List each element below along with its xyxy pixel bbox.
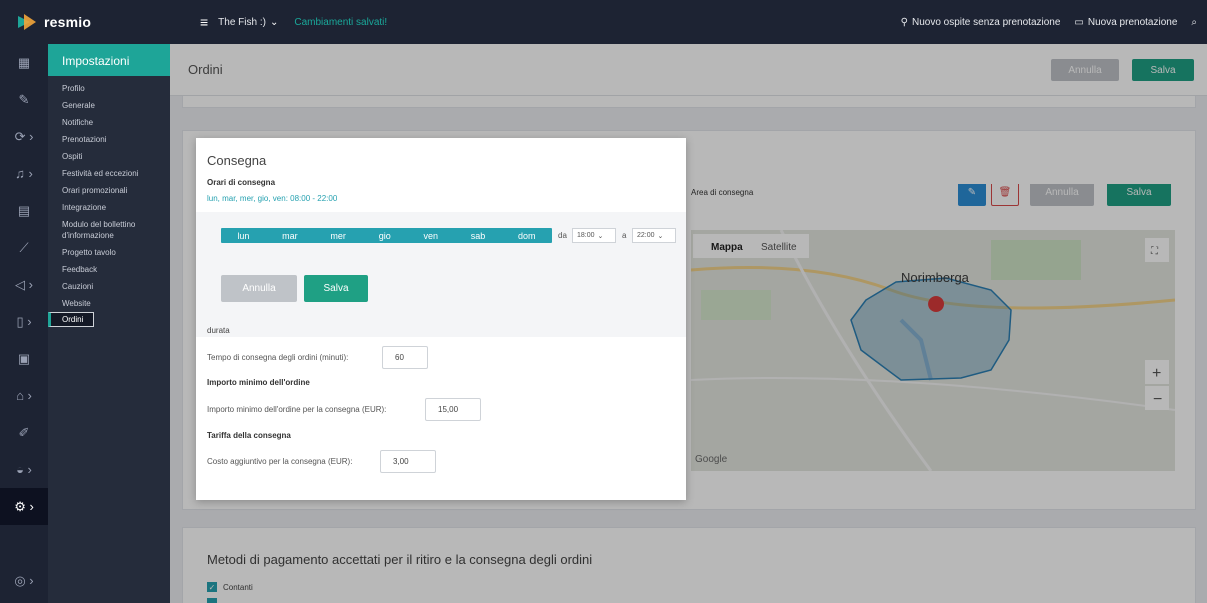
day-ven[interactable]: ven [423,231,438,241]
day-mer[interactable]: mer [330,231,346,241]
hours-label: Orari di consegna [207,178,276,187]
submenu-item-ordini[interactable]: Ordini [48,312,95,327]
chevron-down-icon: ⌄ [597,232,604,240]
settings-submenu: Impostazioni Profilo Generale Notifiche … [48,44,170,603]
submenu-item-generale[interactable]: Generale [48,97,170,114]
edit-nav-icon[interactable]: ✐ [0,414,48,451]
table-nav-icon[interactable]: ▣ [0,340,48,377]
marketing-nav-icon[interactable]: ◁ › [0,266,48,303]
chat-nav-icon[interactable]: ◒ › [0,451,48,488]
hours-save-button[interactable]: Salva [304,275,368,302]
fee-input[interactable]: 3,00 [380,450,436,473]
stats-nav-icon[interactable]: ⟳ › [0,118,48,155]
day-gio[interactable]: gio [379,231,391,241]
day-lun[interactable]: lun [237,231,249,241]
submenu-item-integrazione[interactable]: Integrazione [48,199,170,216]
chevron-down-icon[interactable]: ⌄ [270,17,278,28]
menu-icon[interactable]: ≡ [200,14,208,30]
brand-name: resmio [44,14,92,30]
duration-field-label: Tempo di consegna degli ordini (minuti): [207,353,349,362]
walk-in-icon: ⚲ [900,16,908,28]
new-reservation-button[interactable]: ▭ Nuova prenotazione [1074,17,1177,28]
chart-nav-icon[interactable]: ⟋ [0,229,48,266]
main-content: Ordini Annulla Salva Area di consegna ✎ … [170,44,1207,603]
top-bar: resmio ≡ The Fish :) ⌄ Cambiamenti salva… [0,0,1207,44]
submenu-item-profilo[interactable]: Profilo [48,80,170,97]
day-dom[interactable]: dom [518,231,536,241]
hours-value[interactable]: lun, mar, mer, gio, ven: 08:00 - 22:00 [207,194,337,203]
to-time-value: 22:00 [637,232,655,239]
help-nav-icon[interactable]: ◎ › [0,562,48,599]
min-order-label: Importo minimo dell'ordine [207,378,310,387]
delivery-modal: Consegna Orari di consegna lun, mar, mer… [196,138,686,500]
day-mar[interactable]: mar [282,231,298,241]
from-label: da [558,231,567,240]
resmio-logo-icon [18,14,36,30]
submenu-item-notifiche[interactable]: Notifiche [48,114,170,131]
submenu-item-feedback[interactable]: Feedback [48,261,170,278]
submenu-item-prenotazioni[interactable]: Prenotazioni [48,131,170,148]
venue-selector[interactable]: The Fish :) [218,17,266,28]
submenu-list: Profilo Generale Notifiche Prenotazioni … [48,76,170,327]
fee-field-label: Costo aggiuntivo per la consegna (EUR): [207,457,353,466]
submenu-item-festivita[interactable]: Festività ed eccezioni [48,165,170,182]
walk-in-button[interactable]: ⚲ Nuovo ospite senza prenotazione [901,17,1061,28]
phone-nav-icon[interactable]: ▯ › [0,303,48,340]
list-nav-icon[interactable]: ▤ [0,192,48,229]
icon-rail: ▦ ✎ ⟳ › ♫ › ▤ ⟋ ◁ › ▯ › ▣ ⌂ › ✐ ◒ › ⚙ › … [0,44,48,603]
to-time-select[interactable]: 22:00 ⌄ [632,228,676,243]
hours-cancel-button[interactable]: Annulla [221,275,297,302]
submenu-header: Impostazioni [48,44,170,76]
search-icon[interactable]: ⌕ [1191,17,1197,28]
chevron-down-icon: ⌄ [657,232,664,240]
submenu-item-progetto-tavolo[interactable]: Progetto tavolo [48,244,170,261]
new-reservation-label: Nuova prenotazione [1087,16,1178,28]
submenu-item-cauzioni[interactable]: Cauzioni [48,278,170,295]
walk-in-label: Nuovo ospite senza prenotazione [911,16,1061,28]
day-selector: lun mar mer gio ven sab dom [221,228,552,243]
submenu-item-orari-promozionali[interactable]: Orari promozionali [48,182,170,199]
to-label: a [622,231,627,240]
submenu-item-ospiti[interactable]: Ospiti [48,148,170,165]
calendar-icon: ▭ [1074,16,1084,28]
duration-input[interactable]: 60 [382,346,428,369]
fee-label: Tariffa della consegna [207,431,291,440]
reports-nav-icon[interactable]: ♫ › [0,155,48,192]
calendar-nav-icon[interactable]: ▦ [0,44,48,81]
submenu-item-bollettino[interactable]: Modulo del bollettino d'informazione [48,216,170,244]
guests-nav-icon[interactable]: ✎ [0,81,48,118]
logo[interactable]: resmio [0,0,178,44]
from-time-value: 18:00 [577,232,595,239]
hours-editor: lun mar mer gio ven sab dom da 18:00 ⌄ a … [196,212,686,337]
min-order-field-label: Importo minimo dell'ordine per la conseg… [207,405,387,414]
submenu-item-website[interactable]: Website [48,295,170,312]
modal-title: Consegna [207,153,267,168]
gift-nav-icon[interactable]: ⌂ › [0,377,48,414]
duration-label: durata [207,326,230,335]
settings-nav-icon[interactable]: ⚙ › [0,488,48,525]
from-time-select[interactable]: 18:00 ⌄ [572,228,616,243]
save-status: Cambiamenti salvati! [294,16,388,28]
min-order-input[interactable]: 15,00 [425,398,481,421]
day-sab[interactable]: sab [471,231,486,241]
